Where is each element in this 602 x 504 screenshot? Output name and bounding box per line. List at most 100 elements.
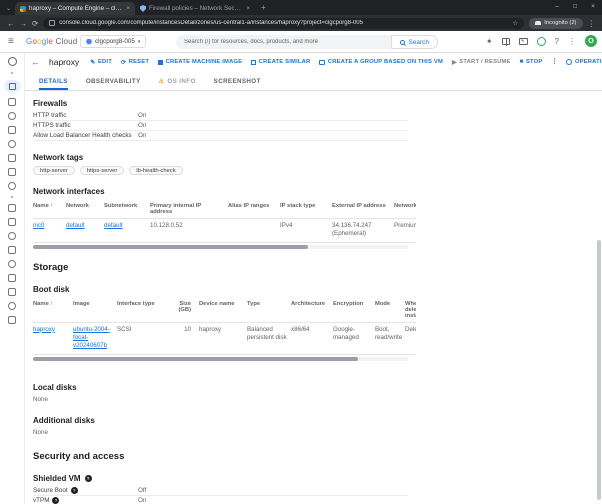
tab-details[interactable]: DETAILS [39, 78, 68, 90]
create-group-button[interactable]: CREATE A GROUP BASED ON THIS VM [319, 59, 443, 65]
gcp-favicon-icon [20, 6, 26, 12]
tab-observability[interactable]: OBSERVABILITY [86, 78, 141, 90]
help-icon[interactable]: ? [85, 475, 92, 482]
back-icon[interactable]: ← [31, 57, 40, 67]
firewall-value: On [138, 132, 146, 139]
bookmark-star-icon[interactable]: ☆ [512, 19, 518, 27]
tab-screenshot[interactable]: SCREENSHOT [214, 78, 261, 90]
image-link[interactable]: ubuntu-2004-focal-v20240607b [73, 326, 110, 350]
shield-favicon-icon [140, 5, 146, 12]
reload-icon[interactable]: ⟳ [32, 19, 38, 28]
rail-item[interactable] [8, 182, 16, 190]
rail-item[interactable] [8, 140, 16, 148]
page-title: haproxy [49, 57, 79, 67]
project-name: clgcporg8-005 [95, 38, 135, 45]
vm-action-bar: ← haproxy ✎EDIT ⟳RESET CREATE MACHINE IM… [25, 53, 602, 71]
rail-item[interactable] [8, 274, 16, 282]
vertical-scrollbar[interactable] [597, 240, 601, 500]
stop-button[interactable]: ■STOP [520, 59, 543, 65]
disk-link[interactable]: haproxy [33, 326, 55, 333]
window-close-button[interactable]: × [584, 3, 602, 10]
search-button[interactable]: Search [391, 35, 438, 49]
site-settings-icon[interactable] [49, 20, 55, 26]
network-tag-chip[interactable]: http-server [33, 166, 75, 175]
rail-item[interactable] [8, 246, 16, 254]
firewall-row: Allow Load Balancer Health checks On [33, 131, 408, 141]
firewalls-heading: Firewalls [33, 99, 602, 108]
start-resume-button[interactable]: ▶START / RESUME [452, 59, 511, 66]
window-minimize-button[interactable]: – [548, 3, 566, 10]
gift-icon[interactable] [502, 38, 510, 45]
rail-item[interactable] [8, 126, 16, 134]
rail-item[interactable] [8, 232, 16, 240]
firewall-value: On [138, 122, 146, 129]
gemini-icon[interactable]: ✦ [486, 37, 493, 46]
help-icon[interactable]: ? [71, 487, 78, 494]
nic-link[interactable]: nic0 [33, 222, 44, 229]
notifications-icon[interactable] [537, 37, 546, 46]
url-text[interactable]: console.cloud.google.com/compute/instanc… [59, 20, 508, 26]
new-tab-button[interactable]: + [261, 3, 266, 12]
rail-item[interactable] [8, 316, 16, 324]
device-name: haproxy [199, 326, 247, 351]
sort-asc-icon: ↑ [50, 301, 53, 307]
menu-icon[interactable]: ≡ [8, 38, 14, 46]
address-bar[interactable]: console.cloud.google.com/compute/instanc… [43, 18, 524, 29]
reset-button[interactable]: ⟳RESET [121, 59, 149, 66]
window-maximize-button[interactable]: □ [566, 3, 584, 10]
rail-item[interactable] [8, 168, 16, 176]
forward-nav-icon[interactable]: → [20, 19, 28, 28]
firewall-value: On [138, 112, 146, 119]
rail-item[interactable] [8, 288, 16, 296]
back-nav-icon[interactable]: ← [7, 19, 15, 28]
rail-item[interactable] [8, 218, 16, 226]
table-row: haproxy ubuntu-2004-focal-v20240607b SCS… [33, 323, 416, 355]
help-icon[interactable]: ? [52, 497, 59, 504]
help-icon[interactable]: ? [555, 37, 559, 46]
incognito-label: Incognito (2) [544, 20, 576, 26]
network-link[interactable]: default [66, 222, 85, 229]
tab-search-caret-icon[interactable]: ⌄ [6, 5, 11, 12]
rail-item[interactable] [8, 204, 16, 212]
shielded-vm-row: vTPM? On [33, 496, 408, 504]
cloud-shell-icon[interactable] [519, 38, 528, 45]
operations-dropdown[interactable]: OPERATIONS▾ [566, 59, 602, 65]
disk-size: 10 [173, 326, 199, 351]
network-tag-chip[interactable]: lb-health-check [129, 166, 182, 175]
table-row: nic0 default default 10.128.0.52 IPv4 34… [33, 219, 416, 243]
create-similar-button[interactable]: CREATE SIMILAR [251, 59, 310, 65]
rail-item-vm-instances[interactable] [4, 80, 21, 92]
rail-item[interactable] [8, 98, 16, 106]
edit-button[interactable]: ✎EDIT [90, 59, 112, 66]
compute-engine-icon[interactable] [8, 57, 17, 66]
rail-item[interactable] [8, 302, 16, 310]
more-actions-icon[interactable]: ⋮ [551, 59, 557, 65]
tab-close-icon[interactable]: × [127, 6, 131, 12]
create-machine-image-button[interactable]: CREATE MACHINE IMAGE [158, 59, 242, 65]
horizontal-scrollbar[interactable] [33, 357, 408, 361]
incognito-icon [535, 21, 541, 25]
subnetwork-link[interactable]: default [104, 222, 123, 229]
google-cloud-logo[interactable]: Google Cloud [26, 37, 77, 46]
sort-asc-icon: ↑ [50, 203, 53, 209]
rail-item[interactable] [8, 112, 16, 120]
ip-stack-type: IPv4 [280, 222, 332, 239]
browser-tab-firewall-policies[interactable]: Firewall policies – Network Sec… × [135, 2, 255, 15]
rail-item[interactable] [8, 154, 16, 162]
more-vertical-icon[interactable]: ⋮ [568, 37, 576, 46]
table-header-row: Name ↑ Image Interface type Size (GB) De… [33, 298, 416, 323]
tab-os-info[interactable]: ⚠OS INFO [159, 78, 196, 90]
horizontal-scrollbar[interactable] [33, 245, 408, 249]
project-selector[interactable]: clgcporg8-005 ▾ [80, 35, 146, 48]
browser-menu-icon[interactable]: ⋮ [588, 19, 596, 28]
machine-image-icon [158, 60, 163, 65]
search-input[interactable] [176, 35, 391, 49]
browser-tab-haproxy[interactable]: haproxy – Compute Engine – cl… × [15, 2, 135, 15]
avatar[interactable]: O [585, 35, 597, 47]
rail-divider [11, 196, 13, 198]
chevron-down-icon: ▾ [138, 39, 141, 45]
boot-disk-table: Name ↑ Image Interface type Size (GB) De… [33, 298, 416, 355]
network-tag-chip[interactable]: https-server [80, 166, 125, 175]
rail-item[interactable] [8, 260, 16, 268]
tab-close-icon[interactable]: × [247, 6, 251, 12]
